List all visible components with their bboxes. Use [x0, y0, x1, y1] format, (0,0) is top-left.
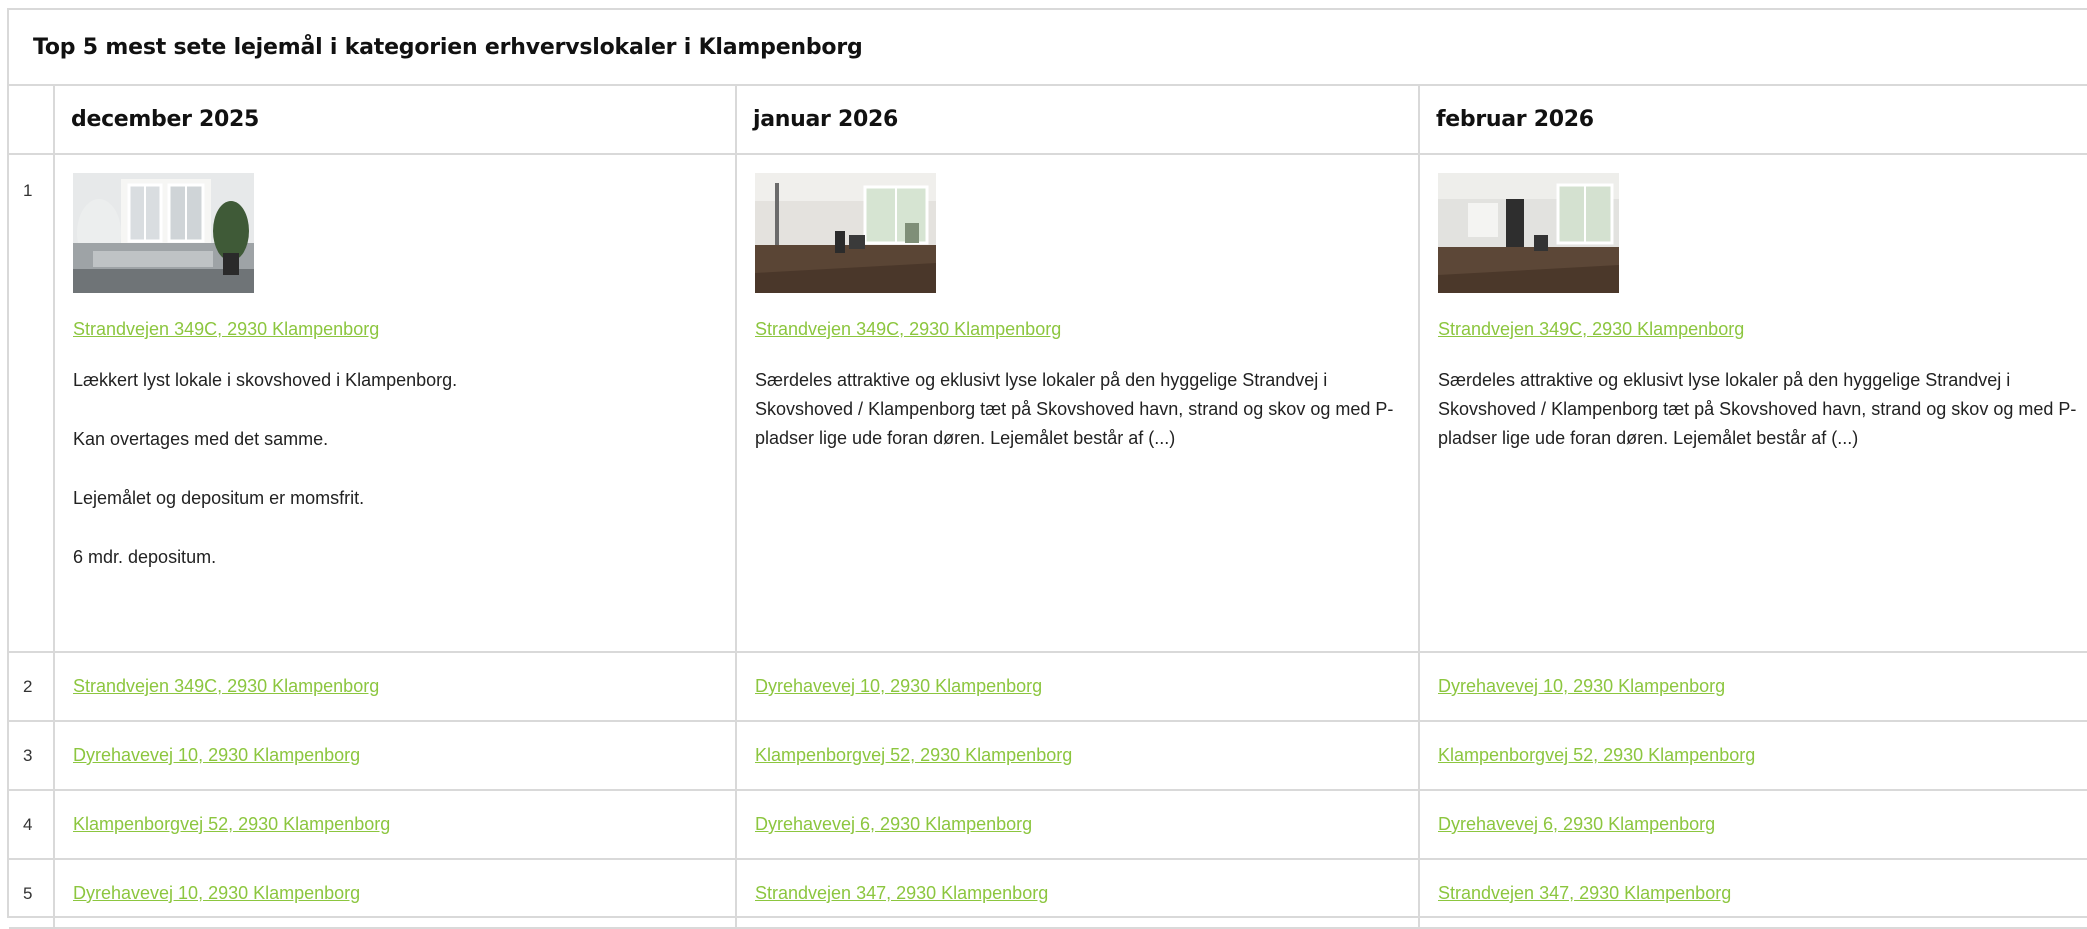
listing-cell: Strandvejen 349C, 2930 Klampenborg Særde…: [735, 153, 1420, 653]
listing-cell: Klampenborgvej 52, 2930 Klampenborg: [53, 789, 737, 860]
listing-address-link[interactable]: Strandvejen 349C, 2930 Klampenborg: [755, 319, 1061, 339]
listing-address-link[interactable]: Strandvejen 347, 2930 Klampenborg: [1438, 883, 1731, 903]
listing-cell: Dyrehavevej 6, 2930 Klampenborg: [735, 789, 1420, 860]
listing-cell: Strandvejen 349C, 2930 Klampenborg: [53, 651, 737, 722]
table-row: 3 Dyrehavevej 10, 2930 Klampenborg Klamp…: [9, 720, 2087, 791]
table-row: 4 Klampenborgvej 52, 2930 Klampenborg Dy…: [9, 789, 2087, 860]
listing-photo[interactable]: [755, 173, 936, 293]
listing-cell: Klampenborgvej 52, 2930 Klampenborg: [1418, 720, 2087, 791]
listing-cell: Dyrehavevej 6, 2930 Klampenborg: [1418, 789, 2087, 860]
listing-cell: Strandvejen 347, 2930 Klampenborg: [735, 858, 1420, 929]
listing-cell: Strandvejen 347, 2930 Klampenborg: [1418, 858, 2087, 929]
table-row: 1 Strandvejen 349C, 2930 Klampenborg Læk…: [9, 153, 2087, 653]
rank-number: 1: [9, 153, 55, 653]
listing-address-link[interactable]: Dyrehavevej 10, 2930 Klampenborg: [73, 883, 360, 903]
rank-number: 3: [9, 720, 55, 791]
listing-cell: Dyrehavevej 10, 2930 Klampenborg: [53, 720, 737, 791]
listing-description: Særdeles attraktive og eklusivt lyse lok…: [1438, 366, 2080, 453]
listing-address-link[interactable]: Strandvejen 349C, 2930 Klampenborg: [73, 319, 379, 339]
listing-address-link[interactable]: Strandvejen 349C, 2930 Klampenborg: [1438, 319, 1744, 339]
listing-address-link[interactable]: Klampenborgvej 52, 2930 Klampenborg: [755, 745, 1072, 765]
description-paragraph: 6 mdr. depositum.: [73, 547, 217, 567]
listing-address-link[interactable]: Klampenborgvej 52, 2930 Klampenborg: [73, 814, 390, 834]
listing-address-link[interactable]: Dyrehavevej 10, 2930 Klampenborg: [1438, 676, 1725, 696]
listing-address-link[interactable]: Strandvejen 347, 2930 Klampenborg: [755, 883, 1048, 903]
listing-description: Særdeles attraktive og eklusivt lyse lok…: [755, 366, 1400, 453]
listing-address-link[interactable]: Dyrehavevej 10, 2930 Klampenborg: [73, 745, 360, 765]
header-row: december 2025 januar 2026 februar 2026: [9, 86, 2087, 155]
column-header-month: februar 2026: [1418, 86, 2087, 155]
rank-number: 4: [9, 789, 55, 860]
table-title: Top 5 mest sete lejemål i kategorien erh…: [9, 10, 2087, 86]
description-paragraph: Lækkert lyst lokale i skovshoved i Klamp…: [73, 370, 458, 390]
listing-photo[interactable]: [1438, 173, 1619, 293]
listing-address-link[interactable]: Strandvejen 349C, 2930 Klampenborg: [73, 676, 379, 696]
table-row: 2 Strandvejen 349C, 2930 Klampenborg Dyr…: [9, 651, 2087, 722]
description-paragraph: Særdeles attraktive og eklusivt lyse lok…: [755, 370, 1394, 448]
top5-listing-table-container: Top 5 mest sete lejemål i kategorien erh…: [7, 8, 2087, 929]
listing-address-link[interactable]: Dyrehavevej 6, 2930 Klampenborg: [755, 814, 1032, 834]
interior-photo-icon: [1438, 173, 1619, 293]
description-paragraph: Lejemålet og depositum er momsfrit.: [73, 488, 365, 508]
column-header-month: januar 2026: [735, 86, 1420, 155]
listing-cell: Dyrehavevej 10, 2930 Klampenborg: [1418, 651, 2087, 722]
listing-address-link[interactable]: Dyrehavevej 6, 2930 Klampenborg: [1438, 814, 1715, 834]
interior-photo-icon: [755, 173, 936, 293]
listing-photo[interactable]: [73, 173, 254, 293]
listing-address-link[interactable]: Dyrehavevej 10, 2930 Klampenborg: [755, 676, 1042, 696]
table-row: 5 Dyrehavevej 10, 2930 Klampenborg Stran…: [9, 858, 2087, 929]
shopfront-photo-icon: [73, 173, 254, 293]
listing-description: Lækkert lyst lokale i skovshoved i Klamp…: [73, 366, 717, 572]
listing-cell: Dyrehavevej 10, 2930 Klampenborg: [735, 651, 1420, 722]
description-paragraph: Særdeles attraktive og eklusivt lyse lok…: [1438, 370, 2077, 448]
listing-cell: Strandvejen 349C, 2930 Klampenborg Lække…: [53, 153, 737, 653]
rank-header: [9, 86, 55, 155]
listing-cell: Strandvejen 349C, 2930 Klampenborg Særde…: [1418, 153, 2087, 653]
top5-table: december 2025 januar 2026 februar 2026 1: [9, 86, 2087, 929]
listing-cell: Klampenborgvej 52, 2930 Klampenborg: [735, 720, 1420, 791]
listing-cell: Dyrehavevej 10, 2930 Klampenborg: [53, 858, 737, 929]
listing-address-link[interactable]: Klampenborgvej 52, 2930 Klampenborg: [1438, 745, 1755, 765]
description-paragraph: Kan overtages med det samme.: [73, 429, 329, 449]
rank-number: 5: [9, 858, 55, 929]
column-header-month: december 2025: [53, 86, 737, 155]
rank-number: 2: [9, 651, 55, 722]
